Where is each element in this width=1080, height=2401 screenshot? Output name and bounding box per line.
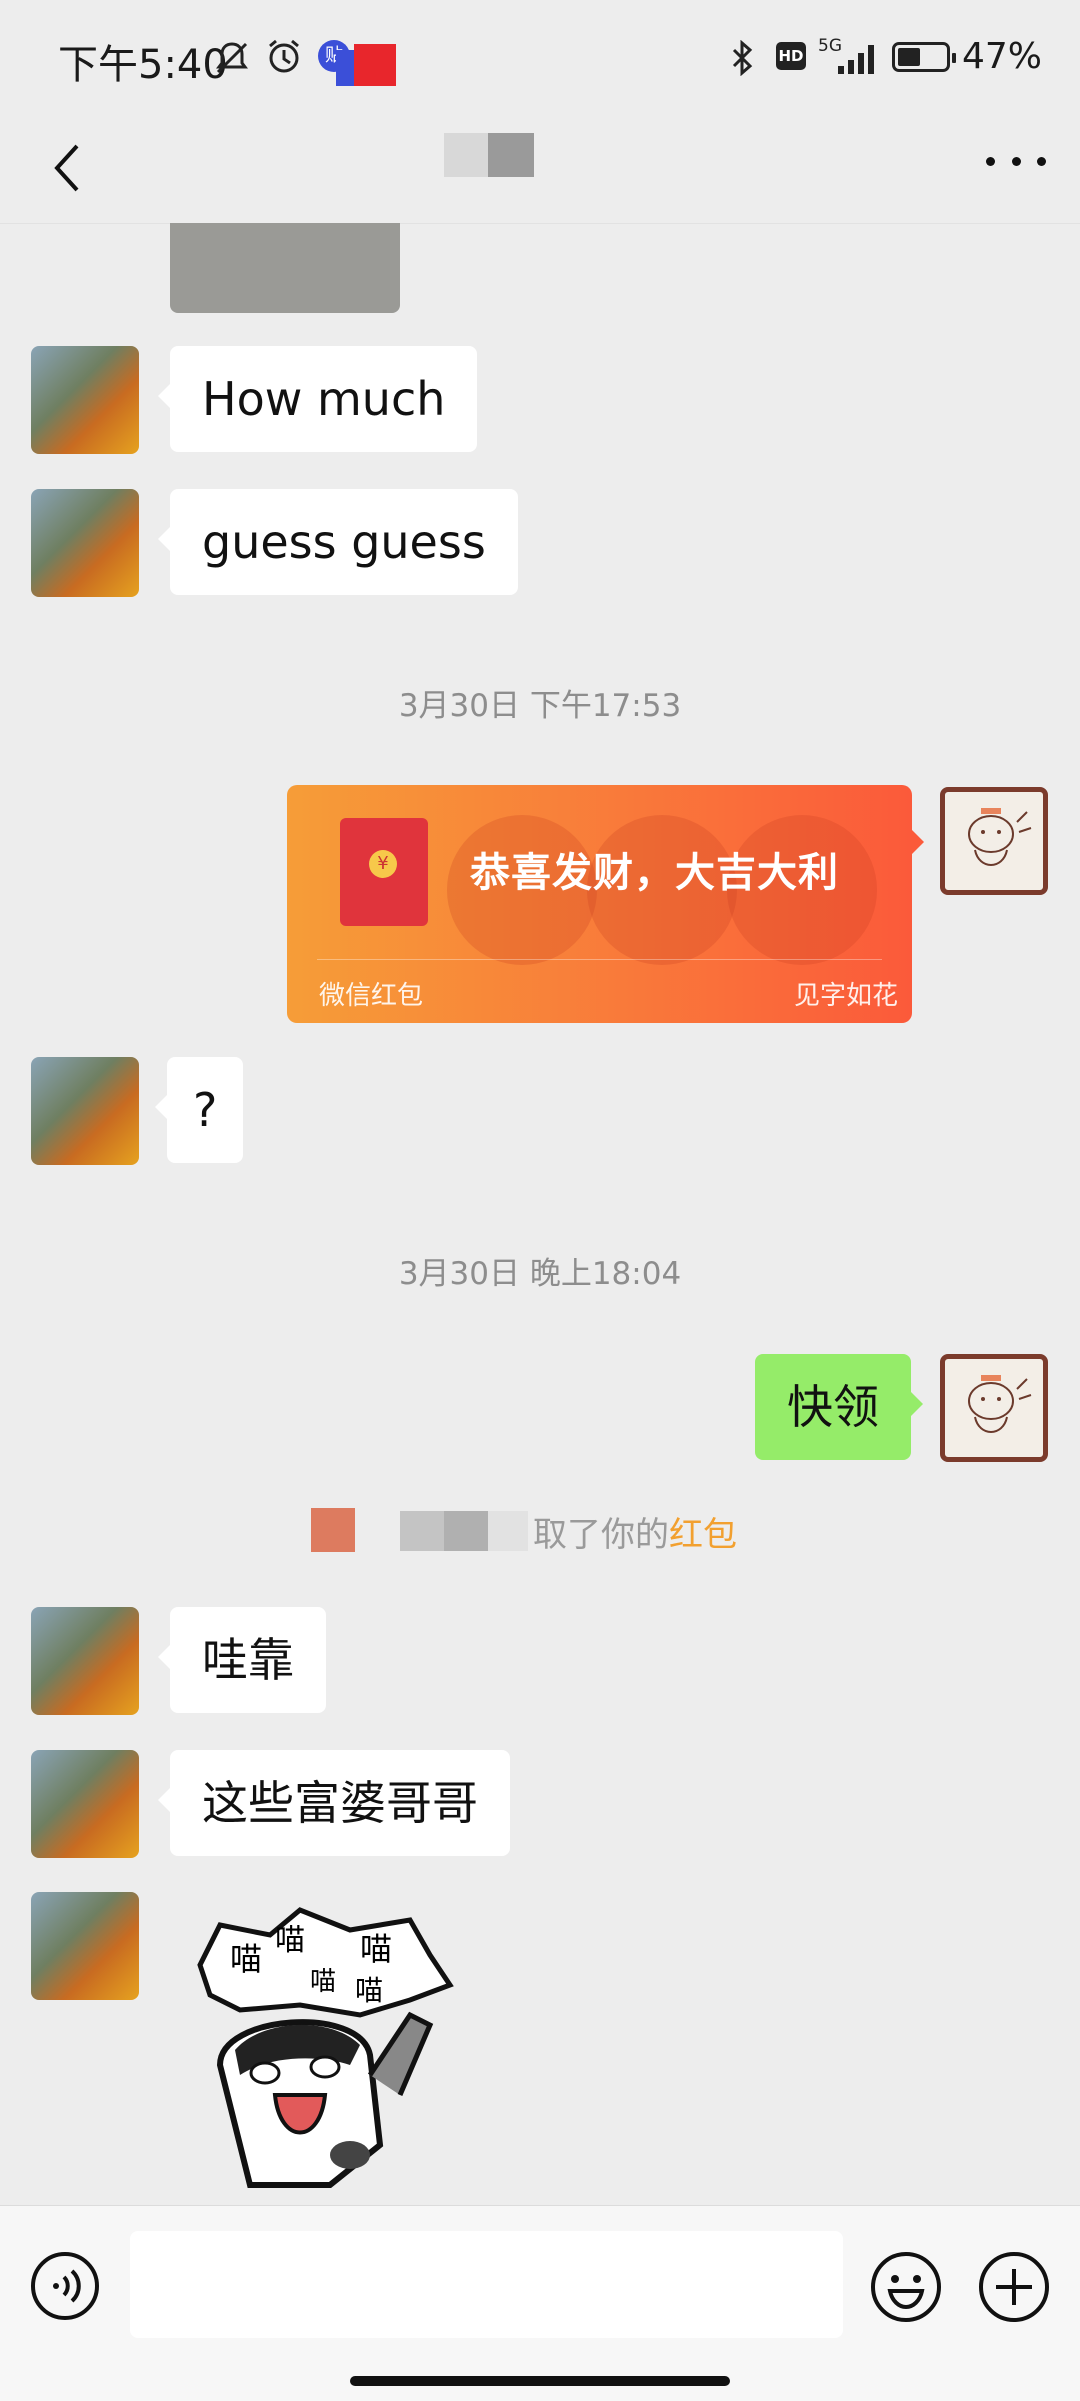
red-packet-message[interactable]: ¥ 恭喜发财，大吉大利 微信红包 见字如花 <box>287 785 912 1023</box>
red-packet-label: 微信红包 <box>319 981 424 1011</box>
avatar[interactable] <box>31 489 139 597</box>
avatar[interactable] <box>31 1892 139 2000</box>
message-text: ? <box>193 1083 218 1137</box>
notice-text: 取了你的红包 <box>533 1507 737 1556</box>
plus-icon <box>979 2252 1049 2322</box>
battery-icon <box>892 42 956 72</box>
bluetooth-icon <box>732 40 753 76</box>
self-avatar[interactable] <box>940 1354 1048 1462</box>
mute-bell-icon <box>216 42 248 74</box>
battery-percent: 47% <box>962 36 1043 77</box>
message-text: 哇靠 <box>202 1633 294 1687</box>
divider <box>317 959 882 960</box>
sticker-text: 喵 <box>360 1930 392 1968</box>
message-bubble[interactable]: 哇靠 <box>158 1607 326 1713</box>
tiger-sketch-icon <box>968 1375 1032 1433</box>
chevron-left-icon <box>54 144 79 192</box>
red-packet-small-icon <box>311 1508 355 1552</box>
message-text: 快领 <box>787 1380 879 1434</box>
alarm-icon <box>269 39 299 73</box>
voice-button[interactable] <box>30 2251 100 2321</box>
plus-button[interactable] <box>978 2251 1050 2323</box>
sticker-text: 喵 <box>230 1940 262 1978</box>
status-time: 下午5:40 <box>58 42 228 88</box>
red-packet-cover-name: 见字如花 <box>793 981 898 1011</box>
message-bubble[interactable]: How much <box>157 346 478 452</box>
self-avatar[interactable] <box>940 787 1048 895</box>
message-input[interactable] <box>130 2231 843 2338</box>
cat-sticker-icon: 喵 喵 喵 喵 喵 <box>197 1907 454 2188</box>
signal-icon <box>838 45 874 74</box>
sticker-text: 喵 <box>275 1923 305 1958</box>
message-text: guess guess <box>202 515 486 569</box>
chat-title <box>444 133 534 177</box>
input-bar <box>0 2205 1080 2401</box>
chat-header <box>0 115 1080 224</box>
system-notice: 取了你的红包 <box>0 1505 1080 1561</box>
emoji-button[interactable] <box>870 2251 942 2323</box>
emoji-icon <box>871 2252 941 2322</box>
tiger-sketch-icon <box>968 808 1032 866</box>
status-bar: 下午5:40 贴 HD 5G 47% <box>0 0 1080 115</box>
hd-badge: HD <box>776 42 806 70</box>
message-bubble[interactable]: 这些富婆哥哥 <box>158 1750 510 1856</box>
timestamp: 3月30日 下午17:53 <box>398 688 682 724</box>
ellipsis-icon <box>986 156 995 166</box>
timestamp: 3月30日 晚上18:04 <box>398 1256 682 1292</box>
bubble-tail <box>912 830 924 854</box>
more-button[interactable] <box>986 141 1046 181</box>
avatar[interactable] <box>31 1057 139 1165</box>
coin-icon: ¥ <box>369 850 397 878</box>
sticker-text: 喵 <box>355 1974 383 2007</box>
home-indicator[interactable] <box>350 2376 730 2386</box>
flag-icon <box>336 44 396 86</box>
avatar[interactable] <box>31 1750 139 1858</box>
sticker-message[interactable]: 喵 喵 喵 喵 喵 <box>180 1905 490 2205</box>
sticker-text: 喵 <box>310 1967 336 1997</box>
message-text: How much <box>202 372 446 426</box>
notice-body: 取了你的 <box>533 1515 669 1555</box>
red-envelope-icon: ¥ <box>340 818 428 926</box>
back-button[interactable] <box>36 133 96 203</box>
voice-icon <box>31 2252 99 2320</box>
message-bubble-self[interactable]: 快领 <box>755 1354 923 1460</box>
red-packet-link[interactable]: 红包 <box>669 1515 737 1555</box>
red-packet-greeting: 恭喜发财，大吉大利 <box>470 850 839 896</box>
avatar[interactable] <box>31 1607 139 1715</box>
message-bubble[interactable]: ? <box>154 1057 244 1163</box>
message-text: 这些富婆哥哥 <box>202 1776 478 1830</box>
redacted-name <box>400 1511 528 1551</box>
message-bubble[interactable]: guess guess <box>158 489 518 595</box>
avatar[interactable] <box>31 346 139 454</box>
image-message[interactable] <box>170 223 400 313</box>
